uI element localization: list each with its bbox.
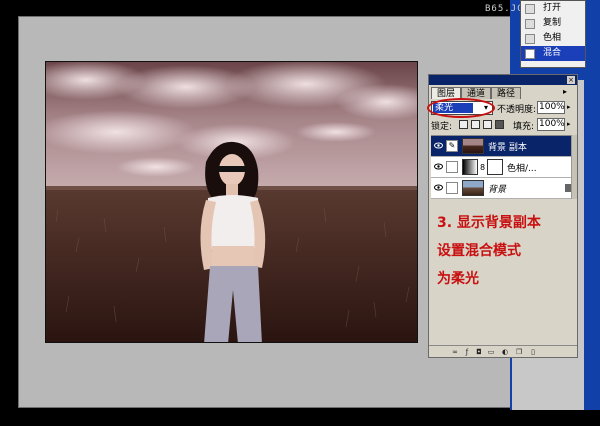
new-group-icon[interactable]: ▭ [487, 348, 495, 356]
layer-thumbnail [462, 138, 484, 154]
new-adjustment-icon[interactable]: ◐ [501, 348, 509, 356]
layer-thumbnail [462, 180, 484, 196]
eye-icon[interactable] [434, 163, 443, 170]
history-item-duplicate[interactable]: 复制 [521, 16, 585, 31]
trash-icon[interactable]: ▯ [529, 348, 537, 356]
fill-slider-arrow-icon[interactable]: ▸ [567, 120, 574, 129]
history-item-open[interactable]: 打开 [521, 1, 585, 16]
history-checkbox-icon[interactable] [525, 49, 535, 59]
new-layer-icon[interactable]: ❐ [515, 348, 523, 356]
opacity-slider-arrow-icon[interactable]: ▸ [567, 103, 574, 112]
highlight-circle [427, 98, 495, 118]
lock-fill-row: 锁定: 填充: 100% ▸ [431, 118, 576, 132]
history-item-blend[interactable]: 混合 [521, 46, 585, 61]
brush-icon[interactable]: ✎ [446, 140, 458, 152]
layer-row[interactable]: 8 色相/... [431, 157, 576, 178]
instruction-line-2: 设置混合模式 [437, 243, 521, 259]
opacity-input[interactable]: 100% [537, 101, 565, 114]
instruction-text: 3. 显示背景副本 设置混合模式 为柔光 [437, 209, 575, 293]
history-checkbox-icon[interactable] [525, 34, 535, 44]
layer-row[interactable]: 背景 [431, 178, 576, 199]
screen: B65.JCWCN.COM 打开 复制 色相 混合 [0, 0, 600, 426]
history-item-label: 混合 [543, 48, 562, 58]
document-canvas[interactable] [45, 61, 418, 343]
layer-style-icon[interactable]: ƒ [463, 348, 471, 356]
panel-bottom-toolbar: ∞ ƒ ◘ ▭ ◐ ❐ ▯ [429, 345, 577, 357]
brush-slot-icon[interactable] [446, 182, 458, 194]
lock-move-icon[interactable] [483, 120, 492, 129]
opacity-label: 不透明度: [497, 105, 537, 115]
fill-label: 填充: [513, 122, 535, 132]
history-checkbox-icon[interactable] [525, 19, 535, 29]
history-panel: 打开 复制 色相 混合 [520, 0, 586, 68]
layers-panel: × 图层 通道 路径 ▸ 柔光 ▾ 不透明度: 100% ▸ 锁定: 填充: 1… [427, 74, 578, 358]
panel-menu-icon[interactable]: ▸ [563, 87, 573, 97]
eye-icon[interactable] [434, 142, 443, 149]
lock-brush-icon[interactable] [471, 120, 480, 129]
link-layers-icon[interactable]: ∞ [451, 348, 459, 356]
panel-titlebar[interactable]: × [429, 75, 577, 85]
add-mask-icon[interactable]: ◘ [475, 348, 483, 356]
fill-input[interactable]: 100% [537, 118, 565, 131]
instruction-line-3: 为柔光 [437, 271, 479, 287]
layer-mask-thumbnail [487, 159, 503, 175]
history-item-hue[interactable]: 色相 [521, 31, 585, 46]
tab-paths[interactable]: 路径 [491, 87, 522, 99]
layers-scrollbar[interactable] [571, 135, 577, 199]
layer-name[interactable]: 背景 副本 [488, 140, 527, 153]
layers-list: ✎ 背景 副本 8 色相/... 背景 [431, 135, 576, 199]
close-icon[interactable]: × [567, 76, 575, 84]
link-icon[interactable]: 8 [480, 163, 485, 172]
eye-icon[interactable] [434, 184, 443, 191]
history-item-label: 复制 [543, 18, 562, 28]
lock-label: 锁定: [431, 122, 453, 132]
history-item-label: 打开 [543, 3, 562, 13]
lock-all-icon[interactable] [495, 120, 504, 129]
panel-tabs: 图层 通道 路径 [431, 87, 522, 99]
layer-name[interactable]: 背景 [488, 182, 506, 195]
adjustment-layer-icon [462, 159, 478, 175]
layer-row[interactable]: ✎ 背景 副本 [431, 136, 576, 157]
photo-image [46, 62, 417, 342]
history-item-label: 色相 [543, 33, 562, 43]
lock-transparency-icon[interactable] [459, 120, 468, 129]
instruction-line-1: 3. 显示背景副本 [437, 215, 541, 231]
blend-opacity-row: 柔光 ▾ 不透明度: 100% ▸ [427, 98, 576, 118]
brush-slot-icon[interactable] [446, 161, 458, 173]
history-checkbox-icon[interactable] [525, 4, 535, 14]
layer-name[interactable]: 色相/... [507, 161, 537, 174]
